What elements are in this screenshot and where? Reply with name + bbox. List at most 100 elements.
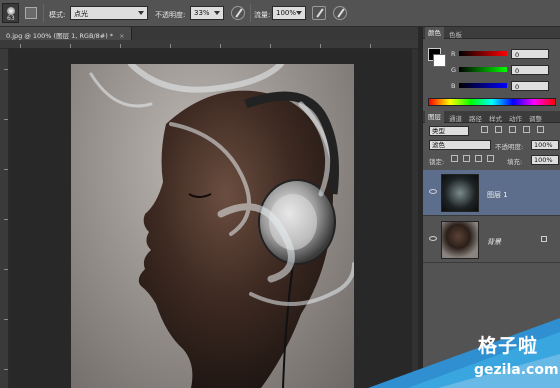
ruler-tick	[70, 44, 71, 48]
ruler-tick	[320, 44, 321, 48]
layer-name[interactable]: 背景	[487, 237, 501, 247]
chevron-down-icon	[296, 11, 302, 15]
ruler-tick	[4, 269, 8, 270]
lock-label: 锁定:	[429, 158, 445, 166]
lock-icon	[541, 236, 547, 242]
ruler-tick	[4, 69, 8, 70]
ruler-tick	[20, 44, 21, 48]
document-tab-title: 0.jpg @ 100% (图层 1, RGB/8#) *	[6, 32, 114, 40]
airbrush-icon[interactable]	[312, 6, 326, 20]
layer-opacity-label: 不透明度:	[495, 143, 524, 151]
lock-all-icon[interactable]	[487, 155, 494, 162]
mode-label: 模式:	[49, 11, 66, 19]
opacity-value: 33%	[194, 9, 210, 17]
layer-row[interactable]: 图层 1	[423, 170, 560, 216]
document-canvas[interactable]	[71, 64, 354, 388]
separator	[250, 4, 251, 22]
ruler-tick	[4, 319, 8, 320]
g-value: 0	[515, 67, 520, 75]
layer-thumbnail	[441, 221, 479, 259]
b-slider[interactable]	[459, 83, 507, 88]
watermark-url: gezila.com	[474, 362, 559, 378]
eye-icon[interactable]	[429, 189, 437, 194]
mode-value: 点光	[74, 10, 88, 18]
tab-actions[interactable]: 动作	[509, 113, 522, 123]
watermark-brand: 格子啦	[478, 335, 539, 357]
ruler-tick	[4, 119, 8, 120]
tab-color[interactable]: 颜色	[425, 27, 444, 39]
tab-swatches[interactable]: 色板	[449, 29, 462, 39]
tab-channels[interactable]: 通道	[449, 113, 462, 123]
lock-transparency-icon[interactable]	[451, 155, 458, 162]
brush-panel-toggle-button[interactable]	[25, 7, 37, 19]
filter-pixel-icon[interactable]	[481, 126, 488, 133]
ruler-horizontal	[0, 40, 418, 49]
r-value-input[interactable]: 0	[511, 49, 549, 59]
r-slider[interactable]	[459, 51, 507, 56]
layer-name[interactable]: 图层 1	[487, 190, 508, 200]
pressure-size-icon[interactable]	[333, 6, 347, 20]
chevron-down-icon	[138, 11, 144, 15]
mode-select[interactable]: 点光	[70, 6, 148, 20]
r-value: 0	[515, 51, 520, 59]
lock-position-icon[interactable]	[475, 155, 482, 162]
tool-size: 63	[7, 15, 15, 22]
flow-value: 100%	[276, 9, 297, 17]
flow-input[interactable]: 100%	[272, 6, 306, 20]
layer-thumbnail	[441, 174, 479, 212]
g-value-input[interactable]: 0	[511, 65, 549, 75]
tab-adjustments[interactable]: 调整	[529, 113, 542, 123]
g-slider[interactable]	[459, 67, 507, 72]
ruler-tick	[270, 44, 271, 48]
layer-filter-bar: 类型	[423, 124, 560, 138]
background-color-swatch[interactable]	[433, 54, 446, 67]
ruler-tick	[120, 44, 121, 48]
blend-mode-value: 滤色	[432, 141, 445, 149]
b-value: 0	[515, 83, 520, 91]
tab-paths[interactable]: 路径	[469, 113, 482, 123]
document-tab[interactable]: 0.jpg @ 100% (图层 1, RGB/8#) * ×	[0, 27, 132, 40]
opacity-input[interactable]: 33%	[190, 6, 224, 20]
portrait-image	[89, 64, 354, 388]
layers-panel-tabs: 图层 通道 路径 样式 动作 调整	[423, 111, 560, 123]
opacity-label: 不透明度:	[155, 11, 186, 19]
document-tab-bar: 0.jpg @ 100% (图层 1, RGB/8#) * ×	[0, 27, 418, 40]
brush-preset-icon[interactable]: 63	[2, 3, 19, 23]
ruler-tick	[4, 169, 8, 170]
ruler-tick	[220, 44, 221, 48]
fill-input[interactable]: 100%	[531, 155, 559, 165]
layer-row[interactable]: 背景	[423, 217, 560, 263]
fill-label: 填充:	[507, 158, 523, 166]
color-panel-tabs: 颜色 色板	[423, 27, 560, 39]
filter-shape-icon[interactable]	[523, 126, 530, 133]
layer-filter-value: 类型	[432, 127, 445, 135]
blend-mode-select[interactable]: 滤色	[429, 140, 491, 150]
r-label: R	[451, 50, 456, 58]
chevron-down-icon	[214, 11, 220, 15]
g-label: G	[451, 66, 457, 74]
tab-styles[interactable]: 样式	[489, 113, 502, 123]
lock-pixels-icon[interactable]	[463, 155, 470, 162]
ruler-tick	[4, 219, 8, 220]
ruler-tick	[370, 44, 371, 48]
flow-label: 流量:	[254, 11, 271, 19]
b-value-input[interactable]: 0	[511, 81, 549, 91]
filter-adjustment-icon[interactable]	[495, 126, 502, 133]
layer-filter-select[interactable]: 类型	[429, 126, 469, 136]
pressure-opacity-icon[interactable]	[231, 6, 245, 20]
options-bar: 63 模式: 点光 不透明度: 33% 流量: 100%	[0, 0, 560, 27]
ruler-tick	[170, 44, 171, 48]
tab-layers[interactable]: 图层	[425, 111, 444, 123]
layer-opacity-value: 100%	[534, 141, 553, 149]
color-spectrum[interactable]	[428, 98, 556, 106]
ruler-tick	[4, 369, 8, 370]
separator	[43, 4, 44, 22]
layer-opacity-input[interactable]: 100%	[531, 140, 559, 150]
filter-type-icon[interactable]	[509, 126, 516, 133]
close-icon[interactable]: ×	[119, 32, 124, 40]
blend-bar: 滤色 不透明度: 100%	[423, 138, 560, 152]
filter-smart-icon[interactable]	[537, 126, 544, 133]
eye-icon[interactable]	[429, 236, 437, 241]
fill-value: 100%	[534, 156, 553, 164]
b-label: B	[451, 82, 456, 90]
